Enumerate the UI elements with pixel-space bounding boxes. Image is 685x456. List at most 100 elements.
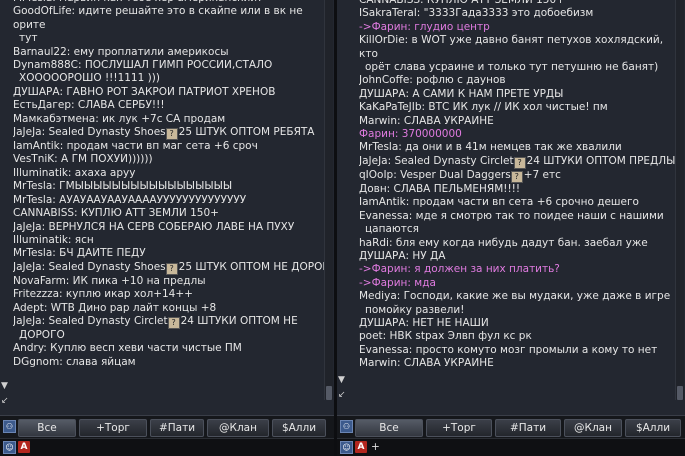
chat-message: MrTesla: ГМЫЫЫЫЫЫЫЫЫЫЫЫЫЫЫЫЫ xyxy=(13,180,324,193)
message-text: Dynam888C: ПОСЛУШАЛ ГИМП РОССИИ,СТАЛО xyxy=(13,59,273,72)
question-item-icon[interactable]: ? xyxy=(167,316,180,329)
chat-message: Marwin: СЛАВА УКРАИНЕ xyxy=(359,357,675,370)
chat-message: CANNABISS: КУПЛЮ АТТ ЗЕМЛИ 150+ xyxy=(13,207,324,220)
user-icon[interactable]: ⚇ xyxy=(340,420,353,433)
chat-message: qIOoIp: Vesper Dual Daggers? +7 етс xyxy=(359,169,675,183)
message-text: haRdi: бля ему когда нибудь дадут бан. з… xyxy=(359,236,648,249)
message-text: 25 ШТУК ОПТОМ НЕ ДОРОГО xyxy=(178,260,324,273)
message-text: ->Фарин: мда xyxy=(359,276,436,289)
message-text: +7 етс xyxy=(523,168,561,181)
chat-message: ДУШАРА: НЕТ НЕ НАШИ xyxy=(359,317,675,330)
message-text: CANNABISS: КУПЛЮ АТТ ЗЕМЛИ 150+ xyxy=(359,0,565,6)
chat-scrollbar[interactable] xyxy=(324,0,333,400)
question-item-icon[interactable]: ? xyxy=(165,128,178,141)
chat-window-right: CANNABISS: КУПЛЮ АТТ ЗЕМЛИ 150+ ISakraTer… xyxy=(337,0,685,456)
message-text: MrTesla: марвин как тебе хер американски… xyxy=(13,0,263,4)
chat-message: IamAntik: продам части вп маг сета +6 ср… xyxy=(13,140,324,153)
message-text: ->Фарин: я должен за них платить? xyxy=(359,263,560,276)
chat-message: ->Фарин: я должен за них платить? xyxy=(359,263,675,276)
message-text: Andry: Куплю весп хеви части чистые ПМ xyxy=(13,342,242,355)
chat-scrollbar[interactable] xyxy=(675,0,684,400)
message-text: ЕстьДагер: СЛАВА СЕРБУ!!! xyxy=(13,99,165,112)
message-continuation: ДОРОГО xyxy=(19,328,65,341)
scroll-down-icon[interactable]: ▼ xyxy=(1,381,11,391)
chat-message: JohnCoffe: рофлю с даунов xyxy=(359,74,675,87)
chat-message: KillOrDie: в WOT уже давно банят петухов… xyxy=(359,34,675,74)
message-text: ->Фарин: глудио центр xyxy=(359,20,490,33)
message-text: ДУШАРА: НЕТ НЕ НАШИ xyxy=(359,316,489,329)
message-text: KillOrDie: в WOT уже давно банят петухов… xyxy=(359,34,664,60)
scroll-end-icon[interactable]: ↙ xyxy=(1,396,11,406)
emote-icon[interactable]: ☺ xyxy=(3,441,16,454)
message-text: Illuminatik: ясн xyxy=(13,233,94,246)
tab-all[interactable]: Все xyxy=(355,419,423,437)
question-item-icon[interactable]: ? xyxy=(510,170,523,183)
chat-message: ДУШАРА: А САМИ К НАМ ПРЕТЕ УРДЫ xyxy=(359,88,675,101)
tab-clan[interactable]: @Клан xyxy=(564,419,622,437)
message-continuation: орёт слава усраине и только тут петушню … xyxy=(365,61,659,74)
scroll-thumb[interactable] xyxy=(677,386,683,400)
question-item-icon[interactable]: ? xyxy=(165,262,178,275)
chat-message: Mediya: Господи, какие же вы мудаки, уже… xyxy=(359,290,675,317)
item-link-text: JaJeJa: Sealed Dynasty Shoes xyxy=(13,260,166,273)
chat-message: ->Фарин: глудио центр xyxy=(359,21,675,34)
chat-message: NovaFarm: ИК пика +10 на предлы xyxy=(13,275,324,288)
message-text: NovaFarm: ИК пика +10 на предлы xyxy=(13,274,206,287)
tab-party[interactable]: #Пати xyxy=(150,419,204,437)
chat-message: JaJeJa: Sealed Dynasty Shoes? 25 ШТУК ОПТ… xyxy=(13,261,324,275)
emote-icon[interactable]: ☺ xyxy=(340,441,353,454)
tab-all[interactable]: Все xyxy=(18,419,76,437)
chat-message: Barnaul22: ему проплатили америкосы xyxy=(13,46,324,59)
item-link-text: JaJeJa: Sealed Dynasty Shoes xyxy=(13,126,166,139)
message-continuation: цапаются xyxy=(365,223,419,236)
scroll-down-icon[interactable]: ▼ xyxy=(338,375,348,385)
chat-window-left: MrTesla: марвин как тебе хер американски… xyxy=(0,0,334,456)
message-text: Evanessa: мде я смотрю так то поидее наш… xyxy=(359,209,664,222)
chat-message: JaJeJa: Sealed Dynasty Circlet? 24 ШТУКИ … xyxy=(13,315,324,342)
chat-input[interactable] xyxy=(34,441,328,453)
message-text: IamAntik: продам части вп сета +6 срочно… xyxy=(359,196,639,209)
message-text: Fritezzza: куплю икар хол+14++ xyxy=(13,288,193,301)
chat-input[interactable]: + xyxy=(371,441,679,453)
scroll-thumb[interactable] xyxy=(326,386,332,400)
chat-message: MrTesla: да они и в 41м немцев так же хв… xyxy=(359,141,675,154)
message-continuation: ХОООООРОШО !!!1111 ))) xyxy=(19,72,160,85)
chat-log: CANNABISS: КУПЛЮ АТТ ЗЕМЛИ 150+ ISakraTer… xyxy=(337,0,675,371)
chat-message: ISakraTeral: "3333Гада3333 это добоебизм xyxy=(359,7,675,20)
letter-a-icon[interactable]: A xyxy=(355,441,367,453)
chat-message: JaJeJa: Sealed Dynasty Circlet? 24 ШТУКИ … xyxy=(359,155,675,169)
tab-party[interactable]: #Пати xyxy=(495,419,561,437)
tab-alliance[interactable]: $Алли xyxy=(272,419,326,437)
tab-alliance[interactable]: $Алли xyxy=(625,419,681,437)
question-item-icon[interactable]: ? xyxy=(513,156,526,169)
message-text: Barnaul22: ему проплатили америкосы xyxy=(13,45,229,58)
chat-message: CANNABISS: КУПЛЮ АТТ ЗЕМЛИ 150+ xyxy=(359,0,675,7)
message-text: DGgnom: слава яйцам xyxy=(13,355,136,368)
letter-a-icon[interactable]: A xyxy=(18,441,30,453)
tab-trade[interactable]: +Торг xyxy=(426,419,492,437)
message-text: poet: НВК stpax Элвп фул кс рк xyxy=(359,330,532,343)
message-text: KaKaPaTeJIb: ВТС ИК лук // ИК хол чистые… xyxy=(359,101,608,114)
message-text: Marwin: СЛАВА УКРАИНЕ xyxy=(359,114,494,127)
chat-message: Evanessa: мде я смотрю так то поидее наш… xyxy=(359,210,675,237)
tab-clan[interactable]: @Клан xyxy=(207,419,269,437)
chat-message: Фарин: 370000000 xyxy=(359,128,675,141)
message-continuation: тут xyxy=(19,32,38,45)
chat-message: Andry: Куплю весп хеви части чистые ПМ xyxy=(13,342,324,355)
chat-message: KaKaPaTeJIb: ВТС ИК лук // ИК хол чистые… xyxy=(359,101,675,114)
chat-message: DGgnom: слава яйцам xyxy=(13,356,324,369)
chat-message: ->Фарин: мда xyxy=(359,277,675,290)
chat-message: ЕстьДагер: СЛАВА СЕРБУ!!! xyxy=(13,99,324,112)
chat-message: JaJeJa: ВЕРНУЛСЯ НА СЕРВ СОБЕРАЮ ЛАВЕ НА… xyxy=(13,221,324,234)
message-text: Adept: WTB Дино рар лайт концы +8 xyxy=(13,301,217,314)
tab-trade[interactable]: +Торг xyxy=(79,419,147,437)
chat-message: Довн: СЛАВА ПЕЛЬМЕНЯМ!!!! xyxy=(359,183,675,196)
chat-message: Dynam888C: ПОСЛУШАЛ ГИМП РОССИИ,СТАЛО ХОО… xyxy=(13,59,324,86)
user-icon[interactable]: ⚇ xyxy=(3,420,16,433)
chat-message: MrTesla: АУАУААУААУААААУУУУУУУУУУУУУУ xyxy=(13,194,324,207)
chat-log: MrTesla: марвин как тебе хер американски… xyxy=(0,0,324,369)
scroll-end-icon[interactable]: ↙ xyxy=(338,390,348,400)
chat-message: JaJeJa: Sealed Dynasty Shoes? 25 ШТУК ОПТ… xyxy=(13,126,324,141)
chat-message: haRdi: бля ему когда нибудь дадут бан. з… xyxy=(359,237,675,250)
chat-message: ДУШАРА: НУ ДА xyxy=(359,250,675,263)
